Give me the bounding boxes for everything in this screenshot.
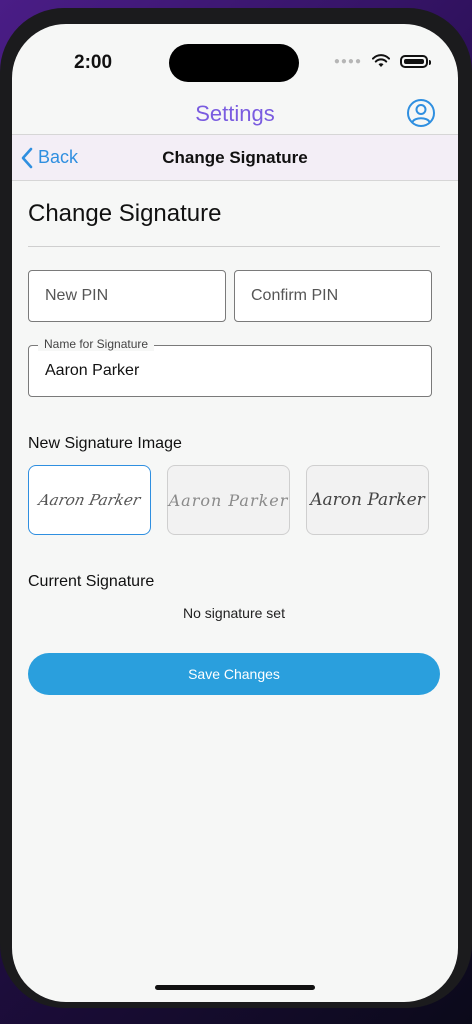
battery-icon [400,54,431,68]
signature-option-text: Aaron Parker [37,491,142,509]
status-icons: ●●●● [333,54,431,68]
dynamic-island [169,44,299,82]
signal-icon: ●●●● [333,55,362,67]
signature-option-2[interactable]: Aaron Parker [167,465,290,535]
screen: 2:00 ●●●● Settings Back Change Signature… [12,24,458,1002]
save-changes-button[interactable]: Save Changes [28,653,440,695]
status-time: 2:00 [74,52,113,73]
new-pin-input[interactable] [28,270,226,322]
wifi-icon [372,54,390,67]
signature-option-text: Aaron Parker [168,490,289,510]
signature-name-label: Name for Signature [38,337,155,351]
signature-name-field: Name for Signature [28,337,440,397]
signature-options: Aaron Parker Aaron Parker Aaron Parker [28,465,440,535]
app-title: Settings [195,101,275,126]
confirm-pin-input[interactable] [234,270,432,322]
pin-row [28,270,440,322]
back-button[interactable]: Back [20,135,78,180]
signature-name-input[interactable] [28,345,432,397]
home-indicator [155,985,315,990]
new-signature-image-label: New Signature Image [28,435,182,452]
chevron-left-icon [21,147,33,168]
nav-title: Change Signature [162,147,308,167]
signature-option-text: Aaron Parker [310,490,425,510]
page-title: Change Signature [28,200,222,227]
navigation-bar: Back Change Signature [12,134,458,181]
divider [28,246,440,247]
app-header: Settings [12,94,458,134]
current-signature-value: No signature set [183,605,285,621]
current-signature-label: Current Signature [28,573,155,590]
user-circle-icon[interactable] [406,98,436,128]
signature-option-3[interactable]: Aaron Parker [306,465,429,535]
content: Change Signature Name for Signature New … [28,180,440,695]
back-label: Back [38,147,79,167]
phone-frame: 2:00 ●●●● Settings Back Change Signature… [0,8,472,1008]
signature-option-1[interactable]: Aaron Parker [28,465,151,535]
status-bar: 2:00 ●●●● [12,24,458,84]
